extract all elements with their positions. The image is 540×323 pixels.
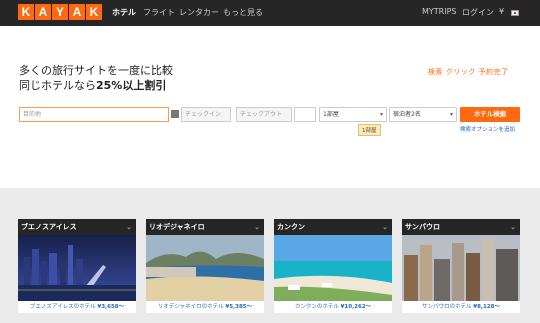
headline-line1: 多くの旅行サイトを一度に比較 [19,64,173,77]
rooms-tooltip: 1部屋 [358,124,381,136]
logo-letter: K [86,4,102,20]
chevron-down-icon[interactable]: ⌄ [510,219,516,235]
city-hotels-link-label: ブエノスアイレスのホテル [29,304,96,310]
city-hotels-link-label: カンクンのホテル [294,304,339,310]
city-price: ¥3,658〜 [97,304,125,310]
logo-letter: A [35,4,51,20]
city-photo-rio[interactable] [146,235,264,301]
city-photo-sao-paulo[interactable] [402,235,520,301]
logo-letter: K [18,4,34,20]
chevron-down-icon[interactable]: ⌄ [254,219,260,235]
city-photo-buenos-aires[interactable] [18,235,136,301]
city-name: カンクン [277,223,305,231]
headline-line2-prefix: 同じホテルなら [19,79,96,92]
city-name: サンパウロ [405,223,440,231]
city-card-header[interactable]: カンクン ⌄ [274,219,392,235]
destination-input[interactable]: 目的地 [19,107,169,122]
nav-hotels[interactable]: ホテル [112,7,136,18]
chevron-down-icon[interactable]: ⌄ [126,219,132,235]
city-price: ¥5,385〜 [225,304,253,310]
city-name: ブエノスアイレス [21,223,77,231]
nav-flights[interactable]: フライト [143,7,175,18]
logo-letter: A [69,4,85,20]
city-price: ¥8,128〜 [473,304,500,310]
tagline: 検索 クリック 予約完了 [428,68,509,76]
hotel-search-button[interactable]: ホテル検索 [460,107,520,122]
date-spacer[interactable] [294,107,316,122]
city-photo-cancun[interactable] [274,235,392,301]
city-price: ¥10,262〜 [340,304,372,310]
kayak-logo[interactable]: K A Y A K [18,4,102,20]
city-card-buenos-aires[interactable]: ブエノスアイレス ⌄ ブエノスアイレスのホテル ¥3,658〜 [18,219,136,313]
checkout-field[interactable]: チェックアウト [236,107,292,122]
calendar-icon[interactable] [171,110,179,118]
city-card-cancun[interactable]: カンクン ⌄ カンクンのホテル ¥10,262〜 [274,219,392,313]
add-search-options-link[interactable]: 検索オプションを追加 [460,125,515,133]
checkin-field[interactable]: チェックイン [181,107,231,122]
rooms-select[interactable]: 1部屋 [319,107,387,122]
city-hotels-link-label: リオデジャネイロのホテル [157,304,224,310]
city-hotels-link-label: サンパウロのホテル [422,304,472,310]
city-hotels-link[interactable]: サンパウロのホテル ¥8,128〜 [402,302,520,310]
city-card-rio[interactable]: リオデジャネイロ ⌄ リオデジャネイロのホテル ¥5,385〜 [146,219,264,313]
japan-flag-icon[interactable] [511,10,519,16]
top-nav-bar: K A Y A K ホテル フライト レンタカー もっと見る MYTRIPS ロ… [0,0,540,26]
chevron-down-icon[interactable]: ⌄ [382,219,388,235]
guests-select[interactable]: 宿泊者2名 [389,107,457,122]
currency-selector[interactable]: ¥ [499,7,504,16]
city-hotels-link[interactable]: リオデジャネイロのホテル ¥5,385〜 [146,302,264,310]
nav-mytrips[interactable]: MYTRIPS [422,7,457,16]
nav-rental-cars[interactable]: レンタカー [179,7,219,18]
city-hotels-link[interactable]: カンクンのホテル ¥10,262〜 [274,302,392,310]
city-card-sao-paulo[interactable]: サンパウロ ⌄ サンパウロのホテル ¥8,128〜 [402,219,520,313]
logo-letter: Y [52,4,68,20]
nav-login[interactable]: ログイン [462,7,494,18]
city-card-header[interactable]: サンパウロ ⌄ [402,219,520,235]
city-hotels-link[interactable]: ブエノスアイレスのホテル ¥3,658〜 [18,302,136,310]
city-name: リオデジャネイロ [149,223,205,231]
nav-more[interactable]: もっと見る [223,7,263,18]
city-card-header[interactable]: ブエノスアイレス ⌄ [18,219,136,235]
headline-line2: 同じホテルなら25%以上割引 [19,77,166,93]
city-card-header[interactable]: リオデジャネイロ ⌄ [146,219,264,235]
headline-line2-highlight: 25%以上割引 [96,79,167,92]
